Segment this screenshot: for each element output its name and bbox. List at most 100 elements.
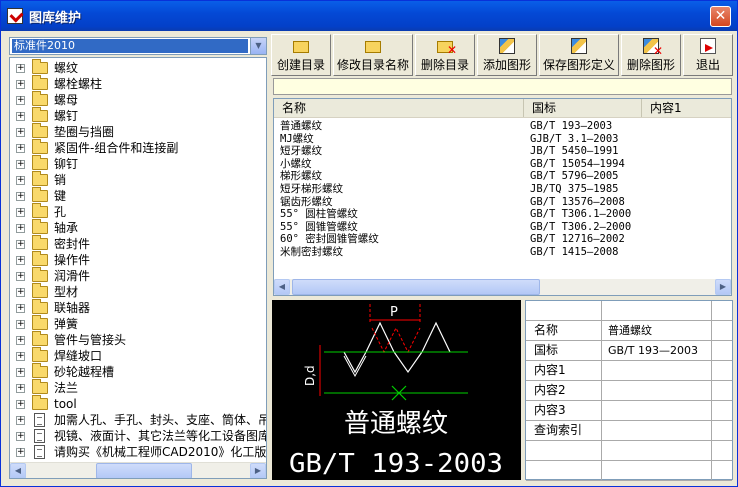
expand-icon[interactable]: + bbox=[16, 192, 25, 201]
list-item[interactable]: 梯形螺纹 GB/T 5796—2005 bbox=[274, 170, 731, 182]
property-row: 名称 普通螺纹 bbox=[526, 321, 732, 341]
expand-icon[interactable]: + bbox=[16, 256, 25, 265]
folder-icon bbox=[32, 251, 48, 266]
expand-icon[interactable]: + bbox=[16, 112, 25, 121]
expand-icon[interactable]: + bbox=[16, 224, 25, 233]
expand-icon[interactable]: + bbox=[16, 160, 25, 169]
expand-icon[interactable]: + bbox=[16, 208, 25, 217]
expand-icon[interactable]: + bbox=[16, 144, 25, 153]
expand-icon[interactable]: + bbox=[16, 176, 25, 185]
scroll-thumb[interactable] bbox=[96, 463, 192, 478]
list-item[interactable]: 锯齿形螺纹 GB/T 13576—2008 bbox=[274, 196, 731, 208]
save-graphic-button[interactable]: 保存图形定义 bbox=[539, 34, 619, 76]
expand-icon[interactable]: + bbox=[16, 448, 25, 457]
tree-horizontal-scrollbar[interactable]: ◀ ▶ bbox=[10, 462, 266, 478]
exit-icon bbox=[700, 38, 716, 54]
expand-icon[interactable]: + bbox=[16, 272, 25, 281]
delete-graphic-label: 删除图形 bbox=[626, 58, 675, 72]
save-graphic-icon bbox=[571, 38, 587, 54]
tree-item-label: 请购买《机械工程师CAD2010》化工版! bbox=[54, 445, 267, 459]
diameter-label: D,d bbox=[303, 365, 317, 386]
library-select[interactable]: 标准件2010 ▼ bbox=[9, 37, 267, 55]
expand-icon[interactable]: + bbox=[16, 240, 25, 249]
expand-icon[interactable]: + bbox=[16, 384, 25, 393]
expand-icon[interactable]: + bbox=[16, 368, 25, 377]
exit-label: 退出 bbox=[695, 58, 720, 72]
list-item-name: 55° 圆柱管螺纹 bbox=[280, 208, 358, 221]
property-key bbox=[526, 441, 602, 460]
expand-icon[interactable]: + bbox=[16, 64, 25, 73]
list-item-name: 短牙梯形螺纹 bbox=[280, 183, 343, 195]
delete-directory-button[interactable]: 删除目录 bbox=[415, 34, 475, 76]
property-value[interactable] bbox=[602, 401, 712, 420]
props-key bbox=[526, 301, 602, 320]
expand-icon[interactable]: + bbox=[16, 400, 25, 409]
category-tree[interactable]: + 螺纹 + 螺栓螺柱 + 螺母 + 螺钉 + 垫圈与挡圈 + 紧固件-组合件和连接副 + 铆钉 + 销 + 键 +… bbox=[9, 57, 267, 479]
title-bar[interactable]: 图库维护 ✕ bbox=[1, 1, 737, 31]
list-item[interactable]: 短牙螺纹 JB/T 5450—1991 bbox=[274, 145, 731, 157]
add-graphic-button[interactable]: 添加图形 bbox=[477, 34, 537, 76]
folder-icon bbox=[32, 203, 48, 218]
library-select-value: 标准件2010 bbox=[12, 39, 248, 53]
expand-icon[interactable]: + bbox=[16, 128, 25, 137]
list-item-name: 短牙螺纹 bbox=[280, 145, 322, 158]
list-item-standard: GB/T 1415—2008 bbox=[530, 246, 619, 258]
expand-icon[interactable]: + bbox=[16, 432, 25, 441]
property-row-empty bbox=[526, 441, 732, 461]
close-button[interactable]: ✕ bbox=[710, 6, 731, 27]
exit-button[interactable]: 退出 bbox=[683, 34, 733, 76]
tree-item-label: 垫圈与挡圈 bbox=[54, 125, 115, 139]
list-item-name: 60° 密封圆锥管螺纹 bbox=[280, 233, 379, 246]
expand-icon[interactable]: + bbox=[16, 288, 25, 297]
folder-icon bbox=[32, 235, 48, 250]
column-header-content1[interactable]: 内容1 bbox=[642, 99, 731, 117]
folder-delete-icon bbox=[437, 41, 457, 57]
tree-item-label: 管件与管接头 bbox=[54, 333, 127, 347]
list-item[interactable]: 米制密封螺纹 GB/T 1415—2008 bbox=[274, 246, 731, 258]
property-value[interactable] bbox=[602, 361, 712, 380]
list-horizontal-scrollbar[interactable]: ◀ ▶ bbox=[274, 279, 731, 295]
tree-item-label: 销 bbox=[54, 173, 67, 187]
tree-item-label: 型材 bbox=[54, 285, 79, 299]
main-window: 图库维护 ✕ 标准件2010 ▼ + 螺纹 + 螺栓螺柱 + 螺母 + 螺钉 + 垫圈与挡圈 + 紧固… bbox=[0, 0, 738, 487]
expand-icon[interactable]: + bbox=[16, 336, 25, 345]
folder-icon bbox=[32, 347, 48, 362]
column-header-name[interactable]: 名称 bbox=[274, 99, 524, 117]
expand-icon[interactable]: + bbox=[16, 96, 25, 105]
column-header-standard[interactable]: 国标 bbox=[524, 99, 642, 117]
property-key: 国标 bbox=[526, 341, 602, 360]
scroll-right-icon[interactable]: ▶ bbox=[250, 463, 266, 478]
graphic-list[interactable]: 名称 国标 内容1 普通螺纹 GB/T 193—2003 MJ螺纹 GJB/T 3.1… bbox=[273, 98, 732, 296]
list-item-standard: GB/T T306.1—2000 bbox=[530, 208, 632, 221]
list-item[interactable]: 小螺纹 GB/T 15054—1994 bbox=[274, 158, 731, 170]
list-item[interactable]: 普通螺纹 GB/T 193—2003 bbox=[274, 120, 731, 132]
list-item[interactable]: 55° 圆柱管螺纹 GB/T T306.1—2000 bbox=[274, 208, 731, 220]
expand-icon[interactable]: + bbox=[16, 304, 25, 313]
expand-icon[interactable]: + bbox=[16, 80, 25, 89]
scroll-left-icon[interactable]: ◀ bbox=[10, 463, 26, 478]
expand-icon[interactable]: + bbox=[16, 320, 25, 329]
delete-graphic-button[interactable]: 删除图形 bbox=[621, 34, 681, 76]
folder-icon bbox=[32, 219, 48, 234]
rename-directory-button[interactable]: 修改目录名称 bbox=[333, 34, 413, 76]
list-item[interactable]: 60° 密封圆锥管螺纹 GB/T 12716—2002 bbox=[274, 233, 731, 245]
scroll-thumb[interactable] bbox=[292, 279, 540, 295]
tree-item-label: 联轴器 bbox=[54, 301, 91, 315]
expand-icon[interactable]: + bbox=[16, 416, 25, 425]
list-header: 名称 国标 内容1 bbox=[274, 99, 731, 118]
folder-icon bbox=[32, 267, 48, 282]
list-item[interactable]: 55° 圆锥管螺纹 GB/T T306.2—2000 bbox=[274, 221, 731, 233]
list-item[interactable]: MJ螺纹 GJB/T 3.1—2003 bbox=[274, 133, 731, 145]
property-value[interactable] bbox=[602, 421, 712, 440]
list-item[interactable]: 短牙梯形螺纹 JB/TQ 375—1985 bbox=[274, 183, 731, 195]
scroll-left-icon[interactable]: ◀ bbox=[274, 279, 290, 295]
property-value[interactable]: GB/T 193—2003 bbox=[602, 341, 712, 360]
chevron-down-icon[interactable]: ▼ bbox=[250, 38, 266, 54]
expand-icon[interactable]: + bbox=[16, 352, 25, 361]
add-graphic-label: 添加图形 bbox=[482, 58, 531, 72]
create-directory-button[interactable]: 创建目录 bbox=[271, 34, 331, 76]
scroll-right-icon[interactable]: ▶ bbox=[715, 279, 731, 295]
property-value[interactable] bbox=[602, 381, 712, 400]
folder-icon bbox=[32, 395, 48, 410]
property-value[interactable]: 普通螺纹 bbox=[602, 321, 712, 340]
